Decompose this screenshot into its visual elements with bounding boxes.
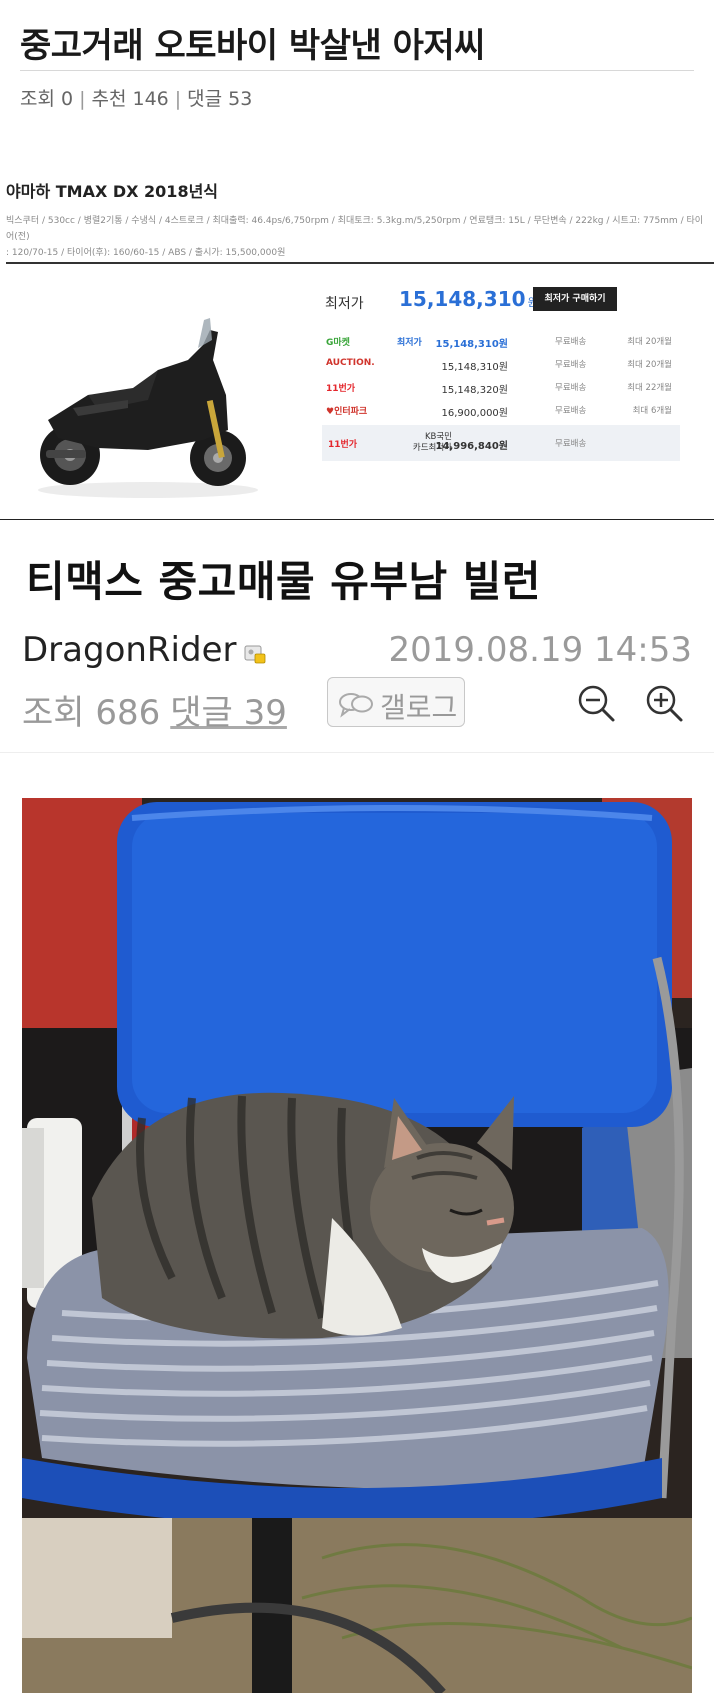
views-count: 조회 0: [20, 88, 74, 110]
shop-logo: 11번가: [326, 384, 356, 394]
shop-price: 15,148,320원: [441, 385, 508, 396]
shop-installment: 최대 20개월: [627, 337, 672, 347]
shop-shipping: 무료배송: [555, 360, 587, 370]
shop-price: 16,900,000원: [441, 408, 508, 419]
shop-tag: 최저가: [397, 338, 422, 348]
shop-logo: ♥인터파크: [326, 407, 368, 417]
shop-shipping: 무료배송: [555, 406, 587, 416]
lowest-price-label: 최저가: [325, 296, 364, 312]
zoom-out-icon[interactable]: [576, 683, 616, 723]
shop-installment: 최대 6개월: [632, 406, 672, 416]
recommend-count: 추천 146: [91, 88, 169, 110]
shop-price: 15,148,310원: [441, 362, 508, 373]
post-meta: 조회 0 | 추천 146 | 댓글 53: [20, 84, 252, 111]
product-specs: 빅스쿠터 / 530cc / 병렬2기통 / 수냉식 / 4스트로크 / 최대출…: [6, 213, 710, 261]
card-offer-shipping: 무료배송: [555, 439, 587, 449]
comments-link[interactable]: 댓글 39: [170, 693, 287, 733]
shop-price: 15,148,310원: [435, 339, 508, 350]
lowest-price-header: 최저가 15,148,310원 최저가 구매하기: [325, 285, 685, 319]
gallog-button[interactable]: 갤로그: [327, 677, 465, 727]
comments-count[interactable]: 댓글 53: [187, 88, 252, 110]
buy-lowest-button[interactable]: 최저가 구매하기: [533, 287, 617, 311]
product-divider: [6, 262, 714, 264]
card-offer-row[interactable]: 11번가 KB국민 카드최저가 14,996,840원 무료배송: [322, 425, 680, 461]
post2-divider: [0, 752, 714, 753]
cat-on-chair-photo: CAR: [22, 798, 692, 1693]
meta-separator: |: [79, 88, 86, 110]
card-offer-price: 14,996,840원: [435, 441, 508, 452]
shop-row[interactable]: G마켓 최저가 15,148,310원 무료배송 최대 20개월: [322, 330, 680, 353]
shop-row[interactable]: 11번가 15,148,320원 무료배송 최대 22개월: [322, 376, 680, 399]
shop-shipping: 무료배송: [555, 383, 587, 393]
shop-installment: 최대 22개월: [627, 383, 672, 393]
shop-logo: AUCTION.: [326, 358, 375, 368]
shop-row[interactable]: ♥인터파크 16,900,000원 무료배송 최대 6개월: [322, 399, 680, 422]
chat-bubble-icon: [339, 693, 373, 718]
shop-price-list: G마켓 최저가 15,148,310원 무료배송 최대 20개월 AUCTION. 15,1…: [322, 330, 680, 422]
shop-logo-11st: 11번가: [328, 440, 358, 450]
section-divider: [0, 519, 714, 520]
motorcycle-image: [28, 300, 268, 510]
views-count: 조회 686: [22, 693, 161, 733]
author-name[interactable]: DragonRider: [22, 630, 236, 670]
specs-line: : 120/70-15 / 타이어(후): 160/60-15 / ABS / …: [6, 248, 286, 258]
shop-logo: G마켓: [326, 338, 350, 348]
zoom-in-icon[interactable]: [644, 683, 684, 723]
post-date: 2019.08.19 14:53: [388, 630, 692, 670]
shop-installment: 최대 20개월: [627, 360, 672, 370]
product-name[interactable]: 야마하 TMAX DX 2018년식: [6, 178, 218, 202]
specs-line: 빅스쿠터 / 530cc / 병렬2기통 / 수냉식 / 4스트로크 / 최대출…: [6, 216, 704, 242]
shop-row[interactable]: AUCTION. 15,148,310원 무료배송 최대 20개월: [322, 353, 680, 376]
lowest-price-value: 15,148,310원: [399, 287, 538, 311]
user-badge-icon: [244, 645, 266, 664]
post2-stats: 조회 686 댓글 39: [22, 685, 287, 734]
title-divider: [20, 70, 694, 71]
meta-separator: |: [174, 88, 182, 110]
shop-shipping: 무료배송: [555, 337, 587, 347]
post-title: 중고거래 오토바이 박살낸 아저씨: [20, 26, 485, 66]
post2-title: 티맥스 중고매물 유부남 빌런: [26, 557, 542, 606]
gallog-label: 갤로그: [380, 691, 458, 724]
